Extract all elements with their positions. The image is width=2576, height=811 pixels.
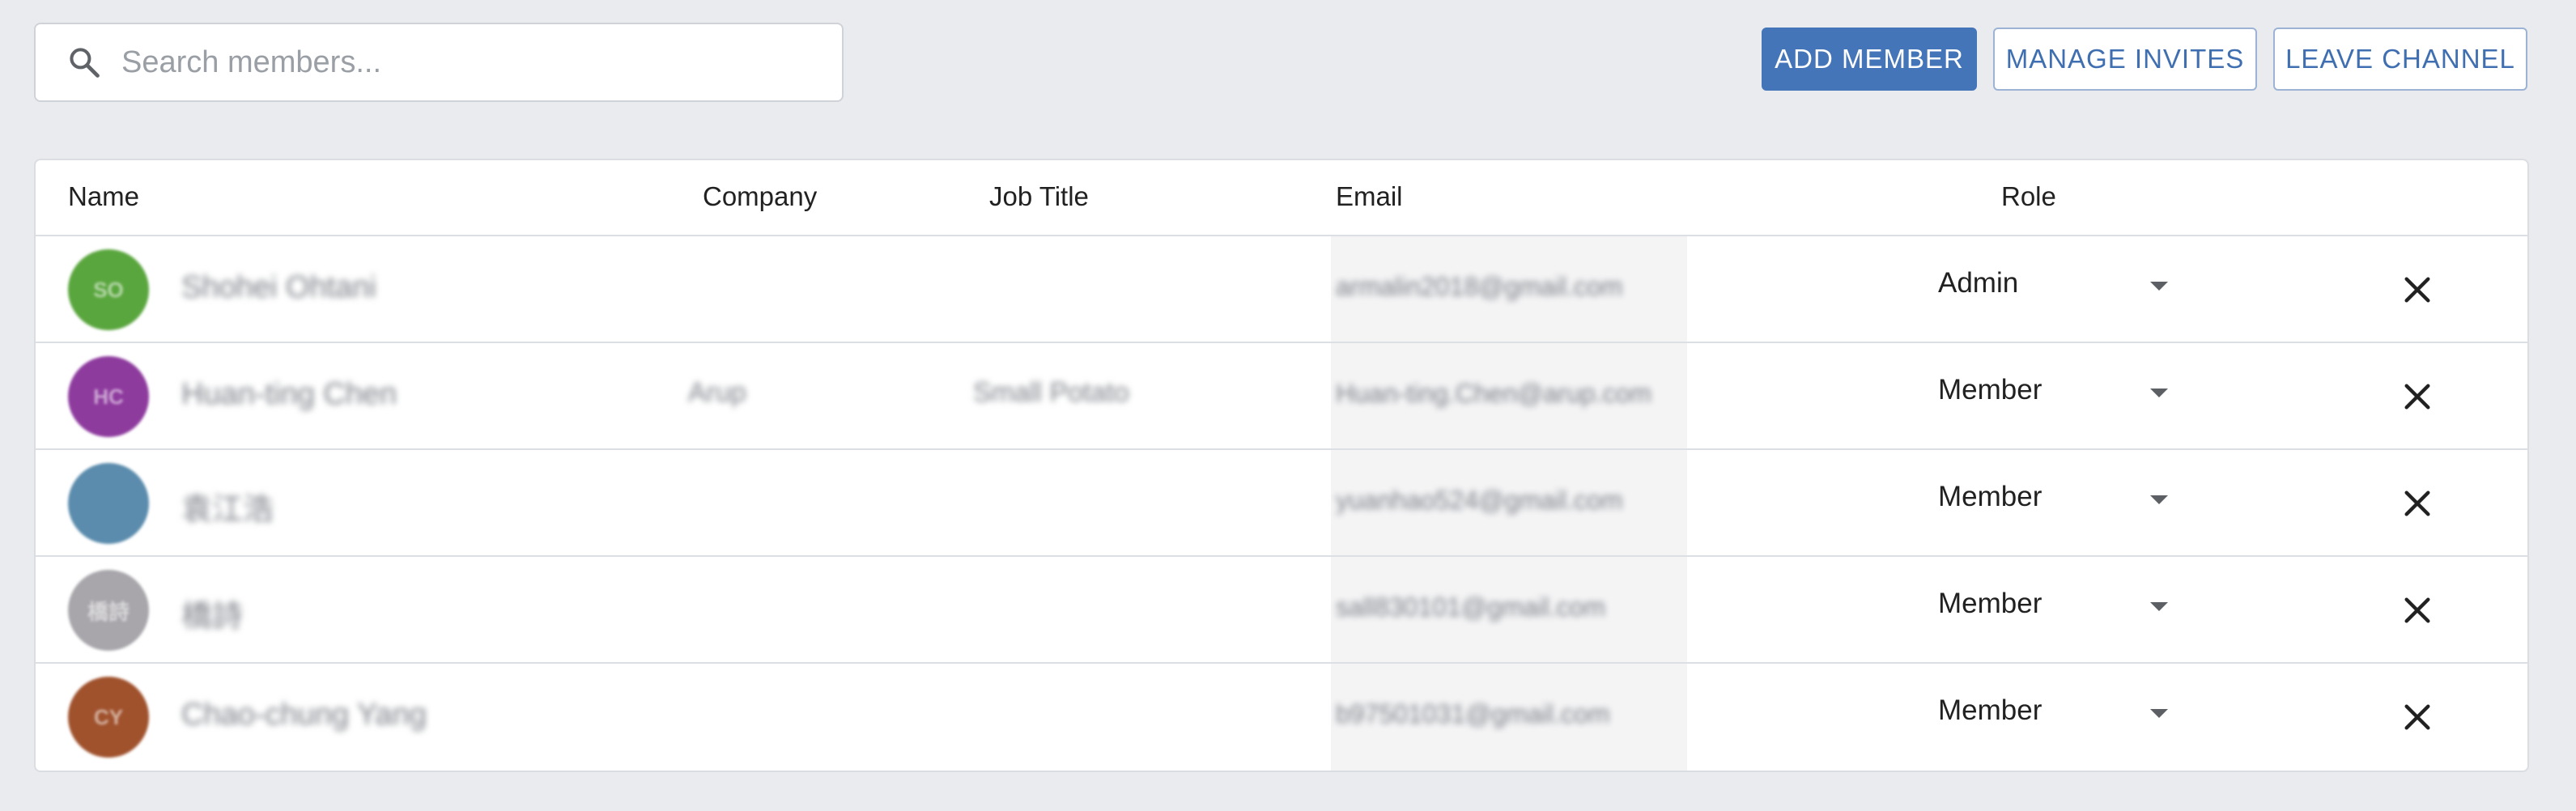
member-name: Huan-ting Chen	[181, 377, 397, 411]
members-table: Name Company Job Title Email Role SO Sho…	[34, 159, 2529, 772]
close-icon	[2404, 277, 2430, 303]
avatar: SO	[68, 249, 149, 330]
member-name: Shohei Ohtani	[181, 270, 376, 304]
table-row: HC Huan-ting Chen Arup Small Potato Huan…	[36, 343, 2527, 450]
close-icon	[2404, 490, 2430, 516]
role-select[interactable]: Admin	[1938, 267, 2018, 299]
table-row: 袁江浩 yuanhao524@gmail.com Member	[36, 450, 2527, 557]
table-header: Name Company Job Title Email Role	[36, 160, 2527, 236]
member-email: b97501031@gmail.com	[1336, 699, 1610, 728]
chevron-down-icon[interactable]	[2150, 282, 2168, 291]
table-row: 橋詩 橋詩 sall830101@gmail.com Member	[36, 557, 2527, 664]
role-select[interactable]: Member	[1938, 374, 2042, 406]
remove-member-button[interactable]	[2398, 698, 2437, 737]
member-job-title: Small Potato	[973, 377, 1129, 408]
member-name: 袁江浩	[181, 493, 274, 527]
add-member-button[interactable]: ADD MEMBER	[1762, 28, 1977, 91]
header-job-title: Job Title	[989, 181, 1089, 211]
avatar: CY	[68, 677, 149, 758]
chevron-down-icon[interactable]	[2150, 602, 2168, 611]
role-select[interactable]: Member	[1938, 694, 2042, 727]
search-icon	[66, 45, 102, 80]
remove-member-button[interactable]	[2398, 591, 2437, 630]
close-icon	[2404, 597, 2430, 623]
header-name: Name	[68, 181, 140, 211]
close-icon	[2404, 384, 2430, 410]
chevron-down-icon[interactable]	[2150, 709, 2168, 718]
member-email: Huan-ting.Chen@arup.com	[1336, 379, 1652, 408]
remove-member-button[interactable]	[2398, 484, 2437, 523]
member-email: yuanhao524@gmail.com	[1336, 486, 1623, 515]
header-role: Role	[2001, 181, 2056, 211]
chevron-down-icon[interactable]	[2150, 389, 2168, 397]
remove-member-button[interactable]	[2398, 377, 2437, 416]
search-input[interactable]	[121, 38, 785, 87]
table-row: CY Chao-chung Yang b97501031@gmail.com M…	[36, 664, 2527, 771]
avatar: 橋詩	[68, 570, 149, 651]
remove-member-button[interactable]	[2398, 270, 2437, 309]
member-name: Chao-chung Yang	[181, 698, 427, 732]
header-company: Company	[703, 181, 818, 211]
manage-invites-button[interactable]: MANAGE INVITES	[1993, 28, 2257, 91]
role-select[interactable]: Member	[1938, 481, 2042, 513]
leave-channel-button[interactable]: LEAVE CHANNEL	[2273, 28, 2527, 91]
avatar	[68, 463, 149, 544]
member-name: 橋詩	[181, 600, 244, 634]
avatar: HC	[68, 356, 149, 437]
member-email: armalin2018@gmail.com	[1336, 272, 1623, 301]
header-email: Email	[1336, 181, 1403, 211]
search-box[interactable]	[34, 23, 844, 102]
member-company: Arup	[688, 377, 746, 408]
table-row: SO Shohei Ohtani armalin2018@gmail.com A…	[36, 236, 2527, 343]
members-panel: ADD MEMBER MANAGE INVITES LEAVE CHANNEL …	[0, 0, 2576, 811]
close-icon	[2404, 704, 2430, 730]
role-select[interactable]: Member	[1938, 588, 2042, 620]
chevron-down-icon[interactable]	[2150, 495, 2168, 504]
member-email: sall830101@gmail.com	[1336, 592, 1606, 622]
